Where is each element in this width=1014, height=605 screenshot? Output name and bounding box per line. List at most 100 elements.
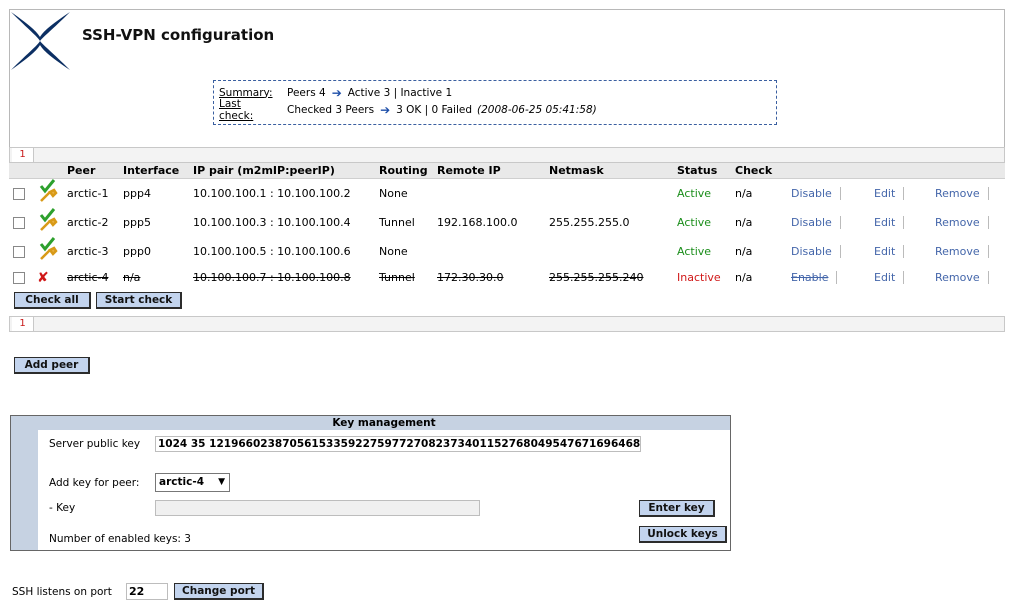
edit-link[interactable]: Edit xyxy=(866,186,905,200)
peers-table: Peer Interface IP pair (m2mIP:peerIP) Ro… xyxy=(9,163,1005,290)
connected-key-icon xyxy=(39,178,58,202)
peer-remote-ip xyxy=(435,178,547,208)
peer-check: n/a xyxy=(735,186,753,200)
logo-icon xyxy=(11,12,70,70)
peer-status-summary: Active 3 | Inactive 1 xyxy=(347,86,453,99)
peer-ip-pair: 10.100.100.5 : 10.100.100.6 xyxy=(193,244,351,258)
status-badge: Active xyxy=(677,244,712,258)
disabled-x-icon: ✘ xyxy=(37,269,49,286)
col-check: Check xyxy=(733,163,781,179)
connected-key-icon xyxy=(39,236,58,260)
server-public-key-field[interactable]: 1024 35 12196602387056153359227597727082… xyxy=(155,436,641,452)
ssh-port-label: SSH listens on port xyxy=(12,586,112,598)
add-key-label: Add key for peer: xyxy=(49,477,140,489)
row-checkbox[interactable] xyxy=(13,187,25,200)
disable-link[interactable]: Disable xyxy=(783,215,841,229)
peer-interface: ppp4 xyxy=(123,186,151,200)
disable-link[interactable]: Disable xyxy=(783,244,841,258)
peer-check: n/a xyxy=(735,271,753,284)
connected-key-icon xyxy=(39,207,58,231)
edit-link[interactable]: Edit xyxy=(866,215,905,229)
enter-key-button[interactable]: Enter key xyxy=(639,500,715,517)
peer-name: arctic-2 xyxy=(67,215,109,229)
row-checkbox[interactable] xyxy=(13,245,25,258)
table-header: Peer Interface IP pair (m2mIP:peerIP) Ro… xyxy=(9,163,1005,179)
edit-link[interactable]: Edit xyxy=(866,244,905,258)
col-netmask: Netmask xyxy=(547,163,675,179)
add-peer-button[interactable]: Add peer xyxy=(14,357,90,374)
col-routing: Routing xyxy=(377,163,435,179)
checked-count: Checked 3 Peers xyxy=(287,103,375,116)
remove-link[interactable]: Remove xyxy=(927,244,989,258)
col-status: Status xyxy=(675,163,733,179)
enabled-keys-count: Number of enabled keys: 3 xyxy=(49,533,191,545)
col-peer: Peer xyxy=(65,163,121,179)
peer-routing: Tunnel xyxy=(379,271,415,284)
peer-select[interactable]: arctic-4 ▼ xyxy=(155,473,230,492)
check-timestamp: (2008-06-25 05:41:58) xyxy=(477,103,597,116)
peer-check: n/a xyxy=(735,244,753,258)
start-check-button[interactable]: Start check xyxy=(96,292,182,309)
peers-count: Peers 4 xyxy=(287,86,326,99)
peer-select-value: arctic-4 xyxy=(159,476,204,488)
last-check-label: Last check: xyxy=(219,97,254,122)
peer-remote-ip xyxy=(435,237,547,266)
col-remote-ip: Remote IP xyxy=(435,163,547,179)
remove-link[interactable]: Remove xyxy=(927,271,989,284)
page-title: SSH-VPN configuration xyxy=(82,26,275,44)
pager-bottom: 1 xyxy=(9,316,1005,332)
col-ip-pair: IP pair (m2mIP:peerIP) xyxy=(191,163,377,179)
panel-title: Key management xyxy=(38,416,730,430)
summary-box: Summary: Peers 4 ➔ Active 3 | Inactive 1… xyxy=(213,80,777,125)
peer-netmask: 255.255.255.240 xyxy=(549,271,644,284)
server-key-label: Server public key xyxy=(49,438,141,450)
key-input[interactable] xyxy=(155,500,480,516)
peer-interface: ppp5 xyxy=(123,215,151,229)
col-interface: Interface xyxy=(121,163,191,179)
page-link-1[interactable]: 1 xyxy=(12,317,34,331)
peer-routing: Tunnel xyxy=(379,215,415,229)
peer-name: arctic-1 xyxy=(67,186,109,200)
peer-ip-pair: 10.100.100.7 : 10.100.100.8 xyxy=(193,271,351,284)
check-all-button[interactable]: Check all xyxy=(14,292,91,309)
peer-routing: None xyxy=(379,244,408,258)
change-port-button[interactable]: Change port xyxy=(174,583,264,600)
peer-interface: ppp0 xyxy=(123,244,151,258)
peer-netmask: 255.255.255.0 xyxy=(549,215,630,229)
edit-link[interactable]: Edit xyxy=(866,271,905,284)
key-label: - Key xyxy=(49,502,76,514)
check-result: 3 OK | 0 Failed xyxy=(396,103,473,116)
arrow-right-icon: ➔ xyxy=(380,102,391,117)
peer-remote-ip: 172.30.30.0 xyxy=(437,271,504,284)
peer-netmask xyxy=(547,178,675,208)
peer-interface: n/a xyxy=(123,271,141,284)
table-row: arctic-1 ppp4 10.100.100.1 : 10.100.100.… xyxy=(9,178,1005,208)
row-checkbox[interactable] xyxy=(13,272,25,284)
remove-link[interactable]: Remove xyxy=(927,215,989,229)
peer-name: arctic-4 xyxy=(67,271,109,284)
enable-link[interactable]: Enable xyxy=(783,271,838,284)
status-badge: Inactive xyxy=(677,271,721,284)
peer-check: n/a xyxy=(735,215,753,229)
disable-link[interactable]: Disable xyxy=(783,186,841,200)
table-row: arctic-3 ppp0 10.100.100.5 : 10.100.100.… xyxy=(9,236,1005,266)
page-link-1[interactable]: 1 xyxy=(12,148,34,162)
table-row: arctic-2 ppp5 10.100.100.3 : 10.100.100.… xyxy=(9,207,1005,237)
key-management-panel: Key management Server public key 1024 35… xyxy=(10,415,731,551)
peer-routing: None xyxy=(379,186,408,200)
peer-name: arctic-3 xyxy=(67,244,109,258)
status-badge: Active xyxy=(677,215,712,229)
remove-link[interactable]: Remove xyxy=(927,186,989,200)
status-badge: Active xyxy=(677,186,712,200)
peer-ip-pair: 10.100.100.1 : 10.100.100.2 xyxy=(193,186,351,200)
ssh-port-input[interactable]: 22 xyxy=(126,583,168,600)
peer-netmask xyxy=(547,237,675,266)
arrow-right-icon: ➔ xyxy=(331,85,342,100)
row-checkbox[interactable] xyxy=(13,216,25,229)
unlock-keys-button[interactable]: Unlock keys xyxy=(639,526,727,543)
table-row: ✘ arctic-4 n/a 10.100.100.7 : 10.100.100… xyxy=(9,266,1005,290)
peer-ip-pair: 10.100.100.3 : 10.100.100.4 xyxy=(193,215,351,229)
peer-remote-ip: 192.168.100.0 xyxy=(437,215,518,229)
panel-sidebar xyxy=(11,416,38,550)
pager-top: 1 xyxy=(9,147,1005,163)
